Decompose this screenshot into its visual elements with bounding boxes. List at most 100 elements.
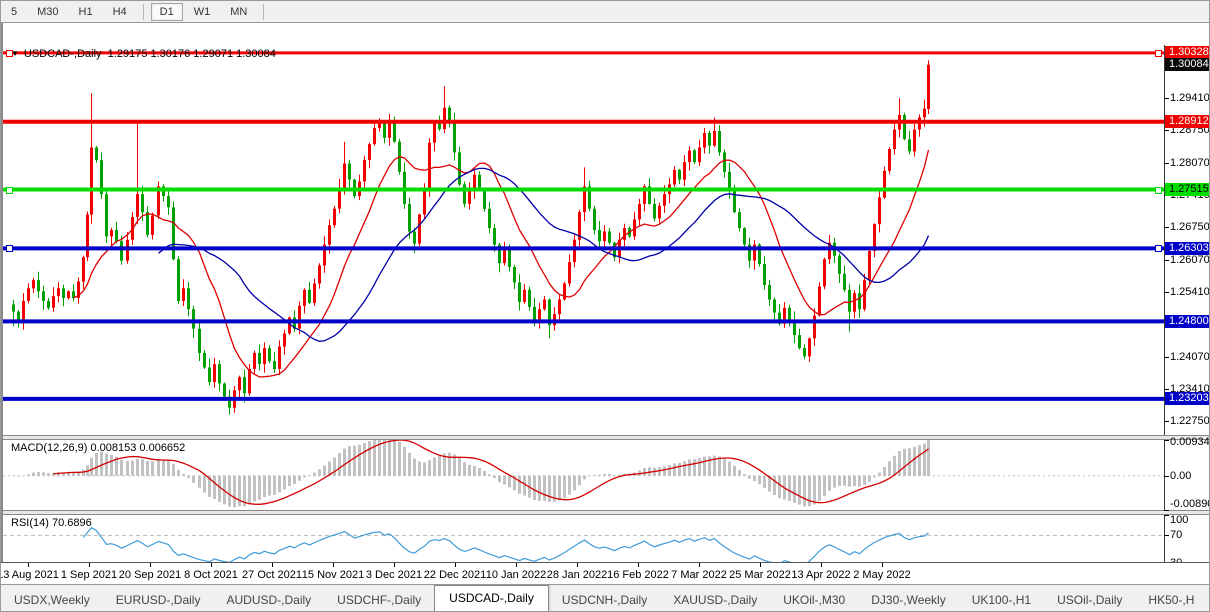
rsi-label: RSI(14) 70.6896 — [11, 517, 92, 529]
price-badge-1.24800: 1.24800 — [1165, 315, 1210, 328]
tab-hk50-h[interactable]: HK50-,H — [1135, 588, 1207, 612]
price-tick-label: 1.26750 — [1170, 221, 1210, 233]
date-tick-dash — [638, 563, 639, 567]
chart-title: ▼USDCAD-,Daily 1.29175 1.30176 1.29071 1… — [11, 48, 276, 60]
tab-usdx-weekly[interactable]: USDX,Weekly — [1, 588, 103, 612]
rsi-tick-label: 70 — [1170, 529, 1210, 541]
macd-tick-label: 0.009345 — [1170, 436, 1210, 448]
date-tick-label: 7 Mar 2022 — [671, 569, 727, 581]
tab-uk100-h1[interactable]: UK100-,H1 — [959, 588, 1044, 612]
tab-usdcnh-daily[interactable]: USDCNH-,Daily — [549, 588, 660, 612]
date-tick-label: 28 Jan 2022 — [547, 569, 608, 581]
price-tick-label: 1.25410 — [1170, 286, 1210, 298]
macd-panel-splitter[interactable] — [3, 435, 1210, 440]
timeframe-button-d1[interactable]: D1 — [151, 3, 183, 21]
date-tick-dash — [760, 563, 761, 567]
tab-usdcad-daily[interactable]: USDCAD-,Daily — [434, 585, 549, 612]
hline-handle[interactable] — [1155, 187, 1162, 194]
price-tick-label: 1.28070 — [1170, 157, 1210, 169]
date-tick-label: 1 Sep 2021 — [61, 569, 117, 581]
date-tick-label: 2 May 2022 — [853, 569, 910, 581]
date-tick-label: 16 Feb 2022 — [607, 569, 669, 581]
timeframe-toolbar: 5M30H1H4 D1W1MN — [1, 1, 1210, 23]
macd-label: MACD(12,26,9) 0.008153 0.006652 — [11, 442, 185, 454]
date-tick-dash — [455, 563, 456, 567]
hline-handle[interactable] — [1155, 245, 1162, 252]
axis-tick-dash — [1164, 98, 1169, 99]
hline-handle[interactable] — [6, 50, 13, 57]
date-tick-dash — [699, 563, 700, 567]
tab-dj30-weekly[interactable]: DJ30-,Weekly — [858, 588, 958, 612]
price-tick-label: 1.22750 — [1170, 415, 1210, 427]
tab-eurusd-daily[interactable]: EURUSD-,Daily — [103, 588, 214, 612]
rsi-panel-splitter[interactable] — [3, 510, 1210, 515]
date-tick-dash — [516, 563, 517, 567]
macd-tick-label: 0.00 — [1170, 470, 1210, 482]
trading-terminal-window: 5M30H1H4 D1W1MN ▼USDCAD-,Daily 1.29175 1.… — [0, 0, 1210, 612]
date-axis[interactable]: 13 Aug 20211 Sep 202120 Sep 20218 Oct 20… — [1, 562, 1210, 584]
date-tick-dash — [272, 563, 273, 567]
axis-tick-dash — [1164, 163, 1169, 164]
price-badge-1.27515: 1.27515 — [1165, 183, 1210, 196]
axis-tick-dash — [1164, 227, 1169, 228]
price-tick-label: 1.29410 — [1170, 92, 1210, 104]
date-tick-dash — [882, 563, 883, 567]
chart-canvas[interactable] — [3, 45, 1165, 584]
toolbar-separator — [263, 4, 264, 20]
axis-tick-dash — [1164, 510, 1169, 511]
axis-tick-dash — [1164, 515, 1169, 516]
price-tick-label: 1.26070 — [1170, 254, 1210, 266]
axis-tick-dash — [1164, 421, 1169, 422]
date-tick-label: 8 Oct 2021 — [184, 569, 238, 581]
slow-ma-line — [159, 168, 929, 341]
price-badge-1.30084: 1.30084 — [1165, 58, 1210, 71]
toolbar-separator — [143, 4, 144, 20]
hline-handle[interactable] — [6, 187, 13, 194]
chart-window[interactable]: ▼USDCAD-,Daily 1.29175 1.30176 1.29071 1… — [1, 23, 1210, 562]
tab-audusd-daily[interactable]: AUDUSD-,Daily — [213, 588, 324, 612]
date-tick-label: 15 Nov 2021 — [302, 569, 364, 581]
date-tick-dash — [89, 563, 90, 567]
date-tick-label: 13 Aug 2021 — [0, 569, 59, 581]
hline-handle[interactable] — [1155, 50, 1162, 57]
price-badge-1.28912: 1.28912 — [1165, 115, 1210, 128]
date-tick-label: 22 Dec 2021 — [424, 569, 486, 581]
tab-usoil-daily[interactable]: USOil-,Daily — [1044, 588, 1135, 612]
price-badge-1.26303: 1.26303 — [1165, 242, 1210, 255]
price-tick-label: 1.24070 — [1170, 351, 1210, 363]
date-tick-label: 25 Mar 2022 — [729, 569, 791, 581]
timeframe-button-h4[interactable]: H4 — [104, 3, 136, 21]
date-tick-label: 3 Dec 2021 — [366, 569, 422, 581]
chart-symbol-label: USDCAD-,Daily — [24, 48, 102, 60]
date-tick-dash — [577, 563, 578, 567]
chart-tab-bar: USDX,WeeklyEURUSD-,DailyAUDUSD-,DailyUSD… — [1, 584, 1210, 612]
axis-tick-dash — [1164, 130, 1169, 131]
macd-tick-label: -0.008902 — [1170, 498, 1210, 510]
axis-tick-dash — [1164, 476, 1169, 477]
candlestick-series — [12, 60, 930, 414]
rsi-tick-label: 100 — [1170, 514, 1210, 526]
date-tick-dash — [28, 563, 29, 567]
timeframe-button-5[interactable]: 5 — [2, 3, 26, 21]
timeframe-button-m30[interactable]: M30 — [28, 3, 67, 21]
timeframe-button-mn[interactable]: MN — [221, 3, 256, 21]
axis-tick-dash — [1164, 389, 1169, 390]
rsi-line — [84, 528, 929, 566]
axis-tick-dash — [1164, 260, 1169, 261]
timeframe-button-h1[interactable]: H1 — [70, 3, 102, 21]
chart-ohlc-values: 1.29175 1.30176 1.29071 1.30084 — [108, 48, 276, 60]
tab-ukoil-m30[interactable]: UKOil-,M30 — [770, 588, 858, 612]
axis-tick-dash — [1164, 292, 1169, 293]
hline-handle[interactable] — [6, 245, 13, 252]
axis-tick-dash — [1164, 357, 1169, 358]
date-tick-dash — [333, 563, 334, 567]
date-tick-dash — [211, 563, 212, 567]
tab-xauusd-daily[interactable]: XAUUSD-,Daily — [660, 588, 770, 612]
date-tick-label: 13 Apr 2022 — [791, 569, 850, 581]
date-tick-label: 10 Jan 2022 — [486, 569, 547, 581]
tab-usdchf-daily[interactable]: USDCHF-,Daily — [324, 588, 434, 612]
date-tick-dash — [150, 563, 151, 567]
date-tick-dash — [821, 563, 822, 567]
axis-tick-dash — [1164, 535, 1169, 536]
timeframe-button-w1[interactable]: W1 — [185, 3, 220, 21]
